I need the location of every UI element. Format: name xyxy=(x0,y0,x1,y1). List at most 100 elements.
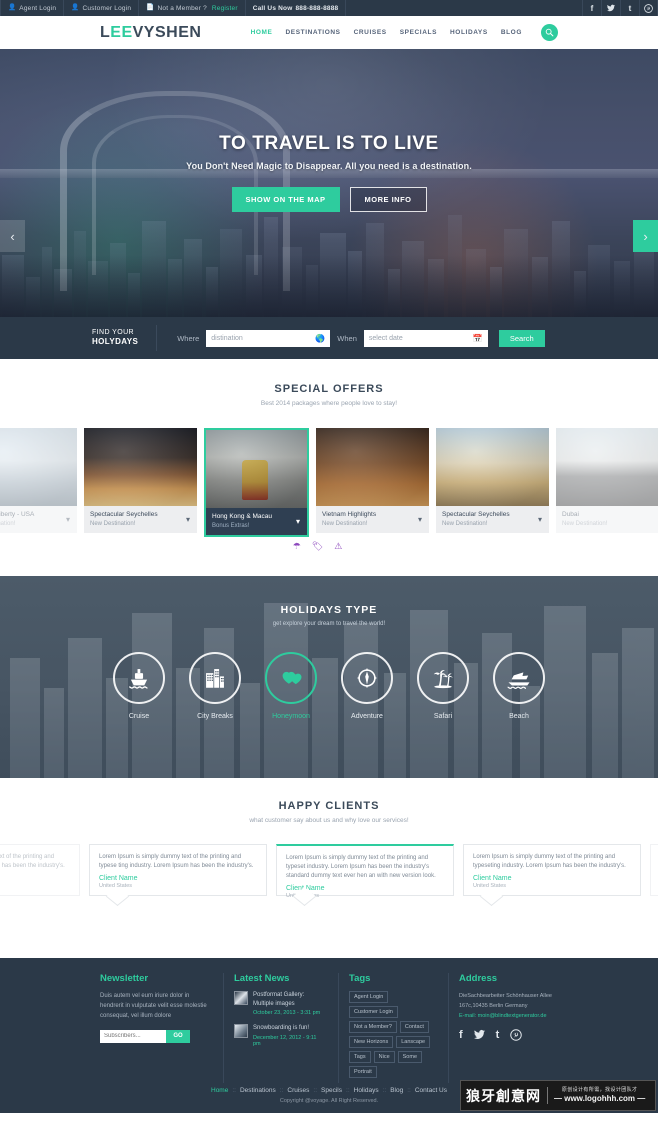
more-info-button[interactable]: MORE INFO xyxy=(349,186,427,212)
nav-separator: :: xyxy=(279,1087,284,1094)
hero-slider: TO TRAVEL IS TO LIVE You Don't Need Magi… xyxy=(0,49,658,317)
nav-item-cruises[interactable]: CRUISES xyxy=(354,29,387,36)
nav-separator: :: xyxy=(232,1087,236,1094)
tumblr-icon[interactable]: t xyxy=(496,1029,500,1044)
not-a-member-link[interactable]: 📄 Not a Member ? Register xyxy=(139,0,246,16)
tag-item[interactable]: New Horizons xyxy=(349,1036,394,1048)
footer-nav-specils[interactable]: Specils xyxy=(321,1087,342,1094)
twitter-icon[interactable] xyxy=(473,1029,485,1044)
news-item[interactable]: Postformat Gallery: Multiple images Octo… xyxy=(234,991,324,1016)
address-email-row[interactable]: E-mail: moin@blindtextgenerator.de xyxy=(459,1011,569,1021)
facebook-icon[interactable]: f xyxy=(582,0,601,16)
offer-card[interactable]: Vietnam Highlights New Destination! ▾ xyxy=(316,428,429,533)
tag-icon[interactable]: 🏷 xyxy=(312,541,334,551)
nav-item-destinations[interactable]: DESTINATIONS xyxy=(285,29,340,36)
tag-item[interactable]: Not a Member? xyxy=(349,1021,397,1033)
holiday-type-label: Adventure xyxy=(351,713,383,720)
tag-item[interactable]: Lanscape xyxy=(396,1036,431,1048)
slider-prev-arrow[interactable]: ‹ xyxy=(0,220,25,252)
agent-login-label: Agent Login xyxy=(19,4,57,12)
newsletter-go-button[interactable]: GO xyxy=(166,1029,190,1043)
testimonial-card[interactable]: Lorem Ipsum is simply dummy text of the … xyxy=(463,844,641,896)
tag-item[interactable]: Customer Login xyxy=(349,1006,398,1018)
nav-item-holidays[interactable]: HOLIDAYS xyxy=(450,29,488,36)
search-glyph xyxy=(545,28,554,37)
tag-item[interactable]: Contact xyxy=(399,1021,429,1033)
offer-card[interactable]: Statue of liberty - USA New Destination!… xyxy=(0,428,77,533)
tag-item[interactable]: Agent Login xyxy=(349,991,389,1003)
where-input[interactable]: distination 🌎 xyxy=(206,329,331,347)
tag-item[interactable]: Nice xyxy=(373,1051,395,1063)
news-body: Snowboarding is fun! December 12, 2012 -… xyxy=(253,1024,324,1047)
holidays-title: HOLIDAYS TYPE xyxy=(280,604,378,616)
offer-sub: New Destination! xyxy=(0,520,16,527)
offer-sub: Bonus Extras! xyxy=(212,522,250,529)
agent-login-link[interactable]: 👤 Agent Login xyxy=(0,0,65,16)
holiday-type-safari[interactable]: Safari xyxy=(417,652,469,720)
search-button[interactable]: Search xyxy=(498,329,545,347)
footer-nav-destinations[interactable]: Destinations xyxy=(240,1087,276,1094)
file-icon: 📄 xyxy=(146,3,155,11)
footer-nav-contact-us[interactable]: Contact Us xyxy=(415,1087,447,1094)
holiday-type-cruise[interactable]: Cruise xyxy=(113,652,165,720)
tag-item[interactable]: Tags xyxy=(349,1051,371,1063)
twitter-icon[interactable] xyxy=(601,0,620,16)
register-link[interactable]: Register xyxy=(212,5,238,12)
testimonial-text: Lorem Ipsum is simply dummy text of the … xyxy=(99,854,254,869)
offer-card-featured[interactable]: Hong Kong & Macau Bonus Extras! ▾ xyxy=(204,428,309,537)
holiday-type-honeymoon[interactable]: Honeymoon xyxy=(265,652,317,720)
chevron-down-icon[interactable]: ▾ xyxy=(538,515,542,524)
news-item[interactable]: Snowboarding is fun! December 12, 2012 -… xyxy=(234,1024,324,1047)
nav-item-blog[interactable]: BLOG xyxy=(501,29,522,36)
chevron-down-icon[interactable]: ▾ xyxy=(418,515,422,524)
holiday-type-label: Beach xyxy=(509,713,529,720)
watermark-logo: 狼牙創意网 原创设计有所需，找设计团队才 — www.logohhh.com — xyxy=(460,1080,656,1111)
testimonial-card-active[interactable]: Lorem Ipsum is simply dummy text of the … xyxy=(276,844,454,899)
offer-card[interactable]: Spectacular Seychelles New Destination! … xyxy=(84,428,197,533)
alert-icon[interactable]: ⚠ xyxy=(334,541,353,551)
testimonial-card[interactable]: Lorem Ipsum is simply dummy text of the … xyxy=(650,844,658,896)
search-icon[interactable] xyxy=(541,24,558,41)
holiday-type-adventure[interactable]: Adventure xyxy=(341,652,393,720)
holiday-type-beach[interactable]: Beach xyxy=(493,652,545,720)
globe-icon: 🌎 xyxy=(315,333,326,343)
holiday-type-city-breaks[interactable]: City Breaks xyxy=(189,652,241,720)
chevron-down-icon[interactable]: ▾ xyxy=(66,515,70,524)
footer-nav-holidays[interactable]: Holidays xyxy=(354,1087,379,1094)
footer-nav-home[interactable]: Home xyxy=(211,1087,228,1094)
offer-card[interactable]: Spectacular Seychelles New Destination! … xyxy=(436,428,549,533)
email-value: moin@blindtextgenerator.de xyxy=(477,1013,547,1020)
slider-next-arrow[interactable]: › xyxy=(633,220,658,252)
testimonial-card[interactable]: Lorem Ipsum is simply dummy text of the … xyxy=(89,844,267,896)
facebook-icon[interactable]: f xyxy=(459,1029,463,1044)
honeymoon-circle xyxy=(265,652,317,704)
tag-item[interactable]: Some xyxy=(397,1051,423,1063)
tumblr-icon[interactable]: t xyxy=(620,0,639,16)
footer-nav-cruises[interactable]: Cruises xyxy=(287,1087,309,1094)
site-footer: Newsletter Duis autem vel eum iriure dol… xyxy=(0,958,658,1083)
when-input[interactable]: select date 📅 xyxy=(363,329,488,347)
nav-item-specials[interactable]: SPECIALS xyxy=(400,29,437,36)
find-your-holidays-label: FIND YOUR HOLYDAYS xyxy=(92,325,158,351)
tram-shape xyxy=(242,460,268,500)
chevron-down-icon[interactable]: ▾ xyxy=(186,515,190,524)
pinterest-icon[interactable] xyxy=(639,0,658,16)
customer-login-link[interactable]: 👤 Customer Login xyxy=(64,0,140,16)
search-fields: Where distination 🌎 When select date 📅 S… xyxy=(157,329,545,347)
subscribe-input[interactable] xyxy=(100,1029,166,1043)
tag-item[interactable]: Portrait xyxy=(349,1066,377,1078)
offer-card[interactable]: Dubai New Destination! ▾ xyxy=(556,428,658,533)
special-offers-subtitle: Best 2014 packages where people love to … xyxy=(260,400,398,407)
footer-nav-blog[interactable]: Blog xyxy=(390,1087,403,1094)
pinterest-glyph xyxy=(510,1028,523,1041)
when-label: When xyxy=(337,333,357,343)
umbrella-icon[interactable]: ☂ xyxy=(293,541,312,551)
nav-item-home[interactable]: HOME xyxy=(251,29,273,36)
offer-info: Hong Kong & Macau Bonus Extras! ▾ xyxy=(206,508,307,535)
offer-sub: New Destination! xyxy=(442,520,488,527)
site-logo[interactable]: LEEVYSHEN xyxy=(100,24,201,42)
pinterest-icon[interactable] xyxy=(510,1028,523,1044)
chevron-down-icon[interactable]: ▾ xyxy=(296,517,300,526)
show-on-map-button[interactable]: SHOW ON THE MAP xyxy=(231,186,340,212)
testimonial-card[interactable]: Lorem Ipsum is simply dummy text of the … xyxy=(0,844,80,896)
